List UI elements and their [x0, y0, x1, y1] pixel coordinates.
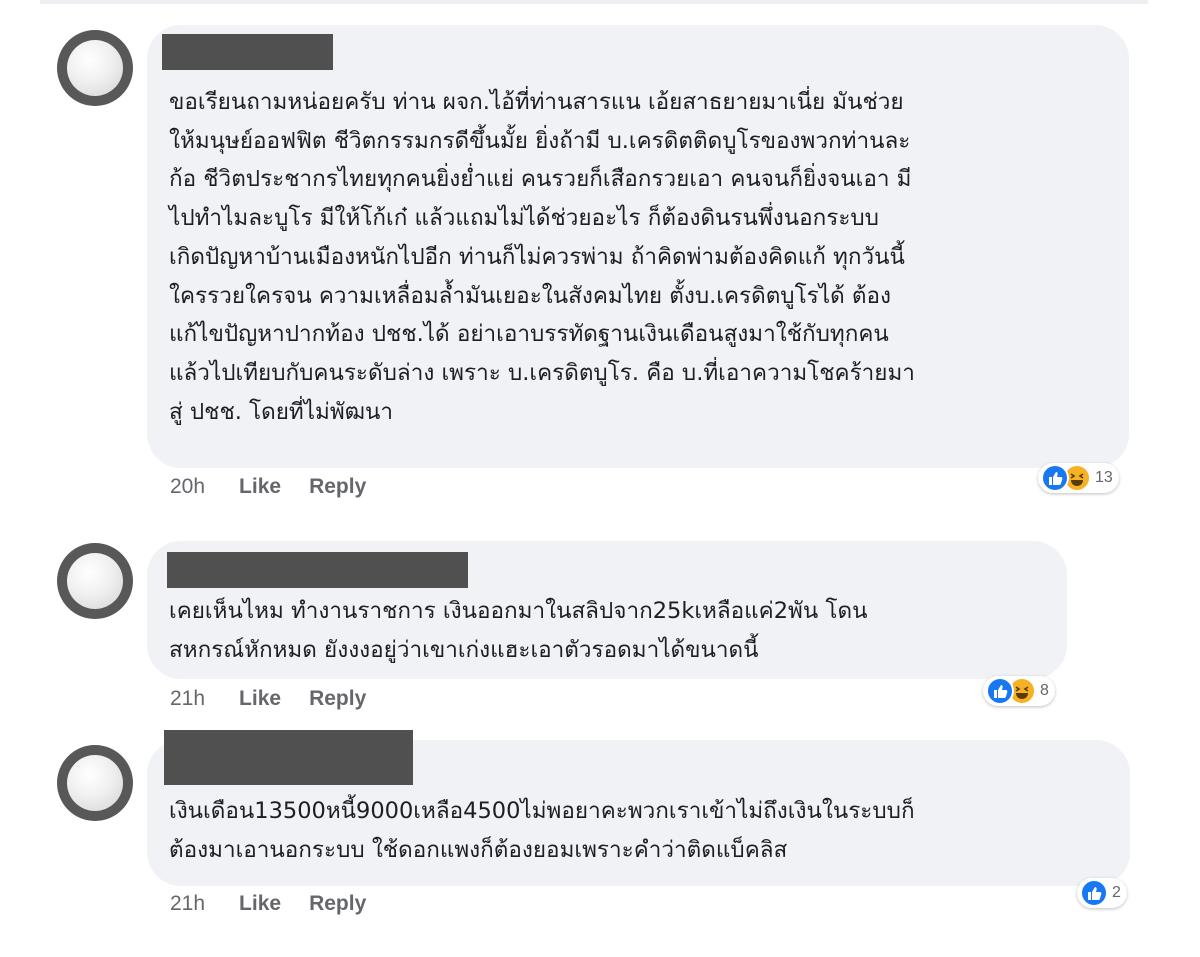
comment-text: เคยเห็นไหม ทำงานราชการ เงินออกมาในสลิปจา… [169, 598, 868, 663]
comment-bubble: เงินเดือน13500หนี้9000เหลือ4500ไม่พอยาคะ… [147, 730, 1130, 886]
reaction-count: 8 [1040, 682, 1049, 699]
reaction-summary[interactable]: 8 [983, 676, 1055, 706]
avatar[interactable] [57, 745, 133, 821]
default-avatar-icon [67, 755, 123, 811]
comment-timestamp[interactable]: 20h [170, 475, 205, 499]
reply-button[interactable]: Reply [309, 892, 366, 916]
default-avatar-icon [67, 553, 123, 609]
like-button[interactable]: Like [239, 892, 281, 916]
reply-button[interactable]: Reply [309, 687, 366, 711]
comment-bubble: เคยเห็นไหม ทำงานราชการ เงินออกมาในสลิปจา… [147, 541, 1067, 679]
like-icon [1080, 879, 1108, 907]
redacted-author-name[interactable] [167, 552, 468, 588]
like-button[interactable]: Like [239, 687, 281, 711]
top-divider [40, 0, 1148, 4]
like-icon [986, 677, 1014, 705]
reaction-count: 13 [1095, 469, 1113, 486]
like-button[interactable]: Like [239, 475, 281, 499]
redacted-author-name[interactable] [162, 34, 333, 70]
comment-text: ขอเรียนถามหน่อยครับ ท่าน ผจก.ไอ้ที่ท่านส… [169, 89, 915, 425]
comment-actions: 20h Like Reply [170, 475, 366, 499]
reaction-summary[interactable]: 2 [1077, 878, 1127, 908]
reaction-count: 2 [1112, 884, 1121, 901]
comment-text: เงินเดือน13500หนี้9000เหลือ4500ไม่พอยาคะ… [169, 798, 915, 863]
comment-timestamp[interactable]: 21h [170, 892, 205, 916]
like-icon [1041, 464, 1069, 492]
avatar[interactable] [57, 543, 133, 619]
reaction-summary[interactable]: 13 [1038, 463, 1119, 493]
reply-button[interactable]: Reply [309, 475, 366, 499]
avatar[interactable] [57, 30, 133, 106]
comment-bubble: ขอเรียนถามหน่อยครับ ท่าน ผจก.ไอ้ที่ท่านส… [147, 25, 1129, 468]
default-avatar-icon [67, 40, 123, 96]
comment-timestamp[interactable]: 21h [170, 687, 205, 711]
comment-actions: 21h Like Reply [170, 892, 366, 916]
redacted-author-name[interactable] [164, 730, 413, 785]
comment-actions: 21h Like Reply [170, 687, 366, 711]
